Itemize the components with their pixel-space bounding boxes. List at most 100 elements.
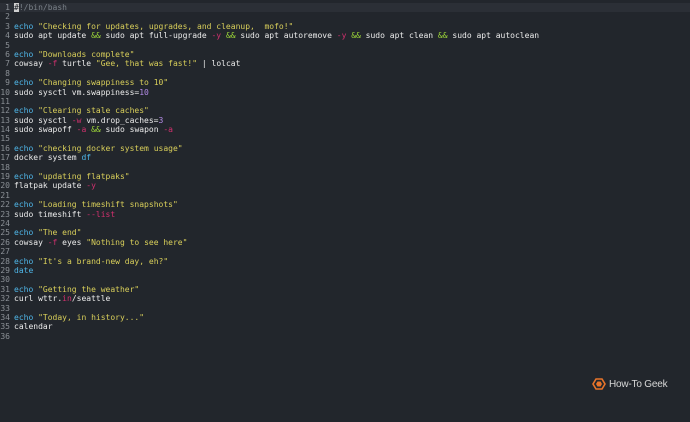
code-line[interactable]: 25 echo "The end" [0, 228, 690, 237]
line-number: 36 [0, 331, 10, 341]
code-token: && [225, 31, 236, 41]
line-code[interactable]: date [14, 266, 33, 275]
code-token: -a [163, 125, 173, 135]
line-code[interactable]: sudo apt update && sudo apt full-upgrade… [14, 31, 539, 40]
code-line[interactable]: 9 echo "Changing swappiness to 10" [0, 78, 690, 87]
code-token: in [62, 294, 72, 304]
code-line[interactable]: 33 [0, 304, 690, 313]
line-number: 5 [5, 40, 10, 50]
code-token: "checking docker system usage" [38, 143, 183, 153]
code-line[interactable]: 15 [0, 134, 690, 143]
code-line[interactable]: 10 sudo sysctl vm.swappiness=10 [0, 88, 690, 97]
code-token: echo [14, 78, 39, 88]
line-code[interactable]: cowsay -f eyes "Nothing to see here" [14, 238, 187, 247]
line-number: 3 [5, 21, 10, 31]
code-line[interactable]: 22 echo "Loading timeshift snapshots" [0, 200, 690, 209]
code-line[interactable]: 35 calendar [0, 322, 690, 331]
code-line[interactable]: 2 [0, 12, 690, 21]
code-editor[interactable]: 1 #!/bin/bash 2 3 echo "Checking for updates… [0, 3, 690, 341]
code-token: "Checking for updates, upgrades, and cle… [38, 21, 294, 31]
line-code[interactable]: echo "Clearing stale caches" [14, 106, 149, 115]
code-line[interactable]: 13 sudo sysctl -w vm.drop_caches=3 [0, 116, 690, 125]
line-number: 8 [5, 68, 10, 78]
line-code[interactable]: echo "It's a brand-new day, eh?" [14, 257, 168, 266]
code-line[interactable]: 23 sudo timeshift --list [0, 210, 690, 219]
code-line[interactable]: 4 sudo apt update && sudo apt full-upgrad… [0, 31, 690, 40]
line-code[interactable]: calendar [14, 322, 53, 331]
line-number: 21 [0, 190, 10, 200]
line-code[interactable]: docker system df [14, 153, 91, 162]
line-code[interactable]: #!/bin/bash [14, 3, 67, 12]
code-token: vm.drop_caches= [81, 115, 159, 125]
code-line[interactable]: 5 [0, 41, 690, 50]
line-number: 17 [0, 153, 10, 163]
line-number: 25 [0, 228, 10, 238]
code-line[interactable]: 3 echo "Checking for updates, upgrades, a… [0, 22, 690, 31]
line-code[interactable]: echo "The end" [14, 228, 81, 237]
code-token: echo [14, 49, 39, 59]
code-line[interactable]: 28 echo "It's a brand-new day, eh?" [0, 257, 690, 266]
code-token: calendar [14, 322, 53, 332]
code-line[interactable]: 7 cowsay -f turtle "Gee, that was fast!" … [0, 59, 690, 68]
line-code[interactable]: curl wttr.in/seattle [14, 294, 110, 303]
code-line[interactable]: 24 [0, 219, 690, 228]
code-line[interactable]: 27 [0, 247, 690, 256]
code-token: "Clearing stale caches" [38, 106, 149, 116]
line-number: 16 [0, 143, 10, 153]
code-token: echo [14, 228, 39, 238]
code-token: sudo swapoff [14, 125, 77, 135]
line-number: 22 [0, 200, 10, 210]
code-line[interactable]: 36 [0, 332, 690, 341]
code-token: 10 [139, 87, 149, 97]
line-code[interactable]: sudo sysctl -w vm.drop_caches=3 [14, 116, 163, 125]
line-code[interactable]: sudo timeshift --list [14, 210, 115, 219]
code-line[interactable]: 20 flatpak update -y [0, 181, 690, 190]
line-number: 10 [0, 87, 10, 97]
code-line[interactable]: 29 date [0, 266, 690, 275]
code-line[interactable]: 32 curl wttr.in/seattle [0, 294, 690, 303]
code-token: -y [336, 31, 347, 41]
line-number: 30 [0, 275, 10, 285]
line-code[interactable]: flatpak update -y [14, 181, 96, 190]
line-number: 7 [5, 59, 10, 69]
code-line[interactable]: 16 echo "checking docker system usage" [0, 144, 690, 153]
code-token: -y [211, 31, 222, 41]
code-line[interactable]: 17 docker system df [0, 153, 690, 162]
code-token: sudo apt autoremove [235, 31, 337, 41]
code-token: sudo swapon [100, 125, 164, 135]
code-line[interactable]: 1 #!/bin/bash [0, 3, 690, 13]
code-line[interactable]: 31 echo "Getting the weather" [0, 285, 690, 294]
line-code[interactable]: echo "Getting the weather" [14, 285, 139, 294]
line-code[interactable]: echo "Changing swappiness to 10" [14, 78, 168, 87]
line-code[interactable]: cowsay -f turtle "Gee, that was fast!" |… [14, 59, 240, 68]
code-token: -a [76, 125, 87, 135]
line-code[interactable]: echo "Downloads complete" [14, 50, 134, 59]
line-code[interactable]: echo "updating flatpaks" [14, 172, 130, 181]
code-token: "Nothing to see here" [86, 237, 188, 247]
code-line[interactable]: 34 echo "Today, in history..." [0, 313, 690, 322]
code-line[interactable]: 12 echo "Clearing stale caches" [0, 106, 690, 115]
code-line[interactable]: 6 echo "Downloads complete" [0, 50, 690, 59]
code-line[interactable]: 19 echo "updating flatpaks" [0, 172, 690, 181]
line-number: 28 [0, 256, 10, 266]
code-token: "Gee, that was fast!" [95, 59, 198, 69]
line-code[interactable]: echo "checking docker system usage" [14, 144, 183, 153]
line-code[interactable]: sudo sysctl vm.swappiness=10 [14, 88, 149, 97]
code-line[interactable]: 21 [0, 191, 690, 200]
line-number: 9 [5, 78, 10, 88]
code-token: && [91, 31, 101, 41]
code-line[interactable]: 8 [0, 69, 690, 78]
code-line[interactable]: 30 [0, 275, 690, 284]
line-code[interactable]: echo "Loading timeshift snapshots" [14, 200, 178, 209]
code-line[interactable]: 11 [0, 97, 690, 106]
line-code[interactable]: sudo swapoff -a && sudo swapon -a [14, 125, 173, 134]
line-number: 12 [0, 106, 10, 116]
code-line[interactable]: 18 [0, 163, 690, 172]
line-code[interactable]: echo "Checking for updates, upgrades, an… [14, 22, 293, 31]
code-line[interactable]: 14 sudo swapoff -a && sudo swapon -a [0, 125, 690, 134]
code-line[interactable]: 26 cowsay -f eyes "Nothing to see here" [0, 238, 690, 247]
line-number: 18 [0, 162, 10, 172]
line-number: 19 [0, 172, 10, 182]
line-code[interactable]: echo "Today, in history..." [14, 313, 144, 322]
code-token: echo [14, 200, 39, 210]
